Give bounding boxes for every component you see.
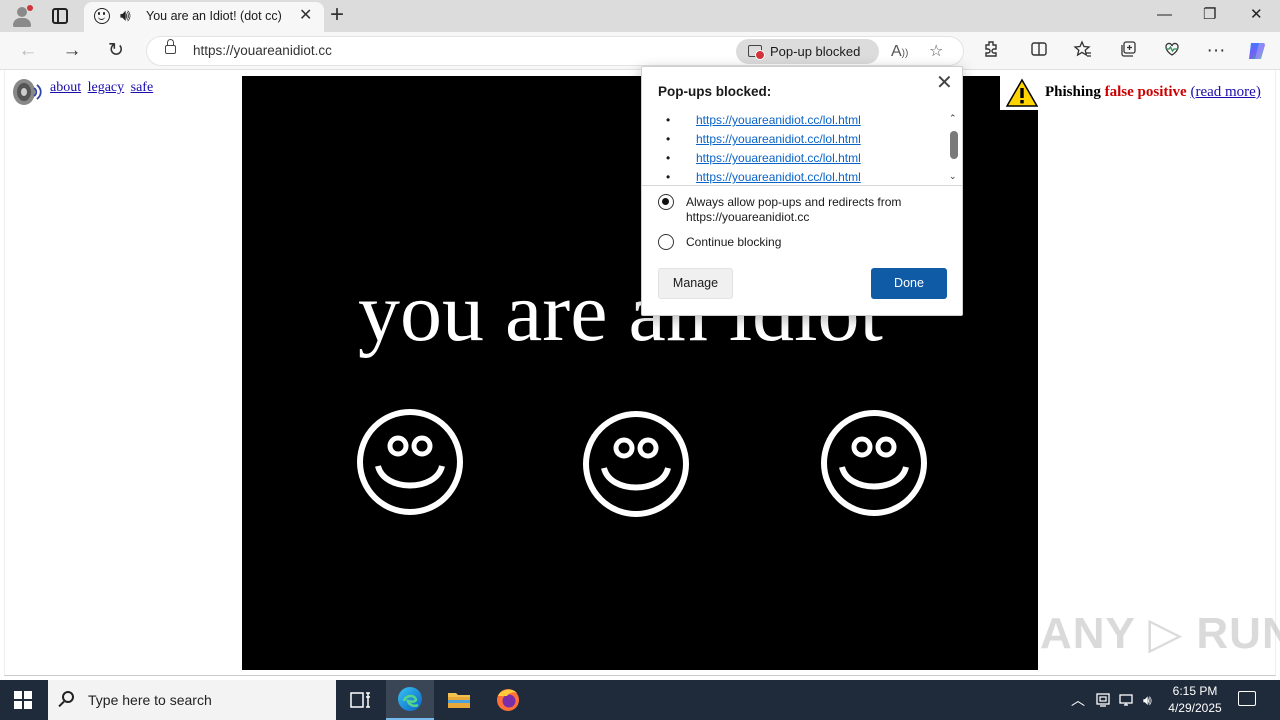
scroll-up-icon[interactable]: ⌃ (949, 113, 957, 124)
warning-icon (1006, 78, 1038, 107)
system-clock[interactable]: 6:15 PM 4/29/2025 (1160, 683, 1230, 717)
minimize-button[interactable]: — (1157, 5, 1172, 25)
edge-taskbar-icon[interactable] (386, 680, 434, 720)
tab-close-icon[interactable]: ✕ (299, 6, 312, 26)
link-safe[interactable]: safe (131, 80, 154, 95)
volume-icon[interactable]: 🔊︎ (1143, 691, 1152, 709)
speaker-audio-icon[interactable]: 🔊︎ (120, 6, 131, 26)
blocked-url-link[interactable]: https://youareanidiot.cc/lol.html (696, 170, 861, 184)
more-icon[interactable]: ··· (1204, 39, 1228, 63)
network-icon[interactable] (1118, 691, 1136, 713)
dialog-title: Pop-ups blocked: (658, 84, 772, 99)
radio-continue-blocking-label[interactable]: Continue blocking (686, 235, 781, 250)
phishing-text: Phishing false positive (read more) (1045, 84, 1261, 101)
list-scrollbar[interactable]: ⌃ ⌄ (948, 111, 960, 186)
show-hidden-icons-icon[interactable]: ︿ (1071, 691, 1085, 709)
blocked-url-link[interactable]: https://youareanidiot.cc/lol.html (696, 132, 861, 146)
close-window-button[interactable]: ✕ (1250, 5, 1263, 25)
smiley-favicon-icon (94, 8, 110, 24)
search-icon (62, 691, 74, 703)
browser-essentials-icon[interactable] (1160, 39, 1184, 63)
list-item: • https://youareanidiot.cc/lol.html (666, 132, 861, 146)
tab-youareanidiot[interactable]: 🔊︎ You are an Idiot! (dot cc) ✕ (84, 2, 324, 32)
done-button[interactable]: Done (871, 268, 947, 299)
search-placeholder[interactable]: Type here to search (88, 692, 212, 708)
read-aloud-icon[interactable]: A)) (891, 42, 908, 64)
list-item: • https://youareanidiot.cc/lol.html (666, 113, 861, 127)
split-screen-icon[interactable] (1027, 39, 1051, 63)
blocked-url-list: • https://youareanidiot.cc/lol.html • http… (642, 111, 962, 186)
smiley-face-icon (821, 410, 927, 516)
blocked-url-link[interactable]: https://youareanidiot.cc/lol.html (696, 151, 861, 165)
restore-button[interactable]: ❐ (1203, 5, 1216, 25)
list-item: • https://youareanidiot.cc/lol.html (666, 151, 861, 165)
collections-icon[interactable] (1116, 39, 1140, 63)
manage-button[interactable]: Manage (658, 268, 733, 299)
anyrun-watermark: ANY ▷ RUN (1040, 609, 1280, 658)
browser-toolbar: ← → ↻ https://youareanidiot.cc Pop-up bl… (0, 32, 1280, 70)
clock-time: 6:15 PM (1172, 684, 1218, 698)
profile-avatar-icon[interactable] (10, 4, 34, 28)
list-item: • https://youareanidiot.cc/lol.html (666, 170, 861, 184)
radio-continue-blocking[interactable] (658, 234, 674, 250)
smiley-face-icon (357, 409, 463, 515)
web-page: about legacy safe you are an idiot Phish… (0, 70, 1280, 680)
windows-taskbar: Type here to search ︿ 🔊︎ 6:15 PM 4/29/20… (0, 680, 1280, 720)
popup-blocked-indicator[interactable]: Pop-up blocked (736, 39, 879, 64)
back-button[interactable]: ← (16, 39, 40, 63)
top-links: about legacy safe (50, 80, 156, 96)
file-explorer-icon[interactable] (435, 680, 483, 720)
speaker-icon (10, 76, 44, 108)
tab-title: You are an Idiot! (dot cc) (146, 9, 282, 23)
dialog-close-icon[interactable]: ✕ (936, 73, 953, 93)
address-bar[interactable]: https://youareanidiot.cc Pop-up blocked … (146, 36, 964, 66)
link-about[interactable]: about (50, 80, 81, 95)
radio-always-allow[interactable] (658, 194, 674, 210)
link-legacy[interactable]: legacy (88, 80, 125, 95)
blocked-url-link[interactable]: https://youareanidiot.cc/lol.html (696, 113, 861, 127)
clock-date: 4/29/2025 (1168, 701, 1222, 715)
popup-blocked-icon (748, 45, 765, 60)
tab-actions-icon[interactable] (52, 8, 68, 24)
smiley-face-icon (583, 411, 689, 517)
tab-strip: 🔊︎ You are an Idiot! (dot cc) ✕ + — ❐ ✕ (0, 0, 1280, 32)
popup-blocked-label: Pop-up blocked (770, 44, 861, 59)
scroll-thumb[interactable] (950, 131, 958, 159)
taskbar-search[interactable]: Type here to search (48, 680, 336, 720)
read-more-link[interactable]: (read more) (1190, 84, 1260, 100)
popup-blocked-dialog: Pop-ups blocked: ✕ • https://youareanidio… (641, 66, 963, 316)
firefox-icon[interactable] (484, 680, 532, 720)
lock-icon[interactable] (165, 39, 176, 54)
task-view-icon[interactable] (336, 680, 384, 720)
false-positive-word: false positive (1104, 84, 1187, 100)
favorite-star-icon[interactable]: ☆ (929, 42, 943, 62)
refresh-button[interactable]: ↻ (104, 39, 128, 63)
windows-start-icon[interactable] (14, 691, 32, 709)
scroll-down-icon[interactable]: ⌄ (949, 171, 957, 182)
forward-button[interactable]: → (60, 39, 84, 63)
new-tab-button[interactable]: + (330, 2, 344, 28)
favorites-icon[interactable] (1071, 39, 1095, 63)
copilot-icon[interactable] (1245, 39, 1269, 63)
address-url[interactable]: https://youareanidiot.cc (193, 43, 332, 58)
phishing-word: Phishing (1045, 84, 1101, 100)
notification-icon[interactable] (1238, 691, 1256, 706)
extensions-icon[interactable] (979, 39, 1003, 63)
phishing-banner: Phishing false positive (read more) (1000, 76, 1272, 110)
radio-always-allow-label[interactable]: Always allow pop-ups and redirects from … (686, 195, 954, 225)
device-icon[interactable] (1095, 691, 1111, 713)
